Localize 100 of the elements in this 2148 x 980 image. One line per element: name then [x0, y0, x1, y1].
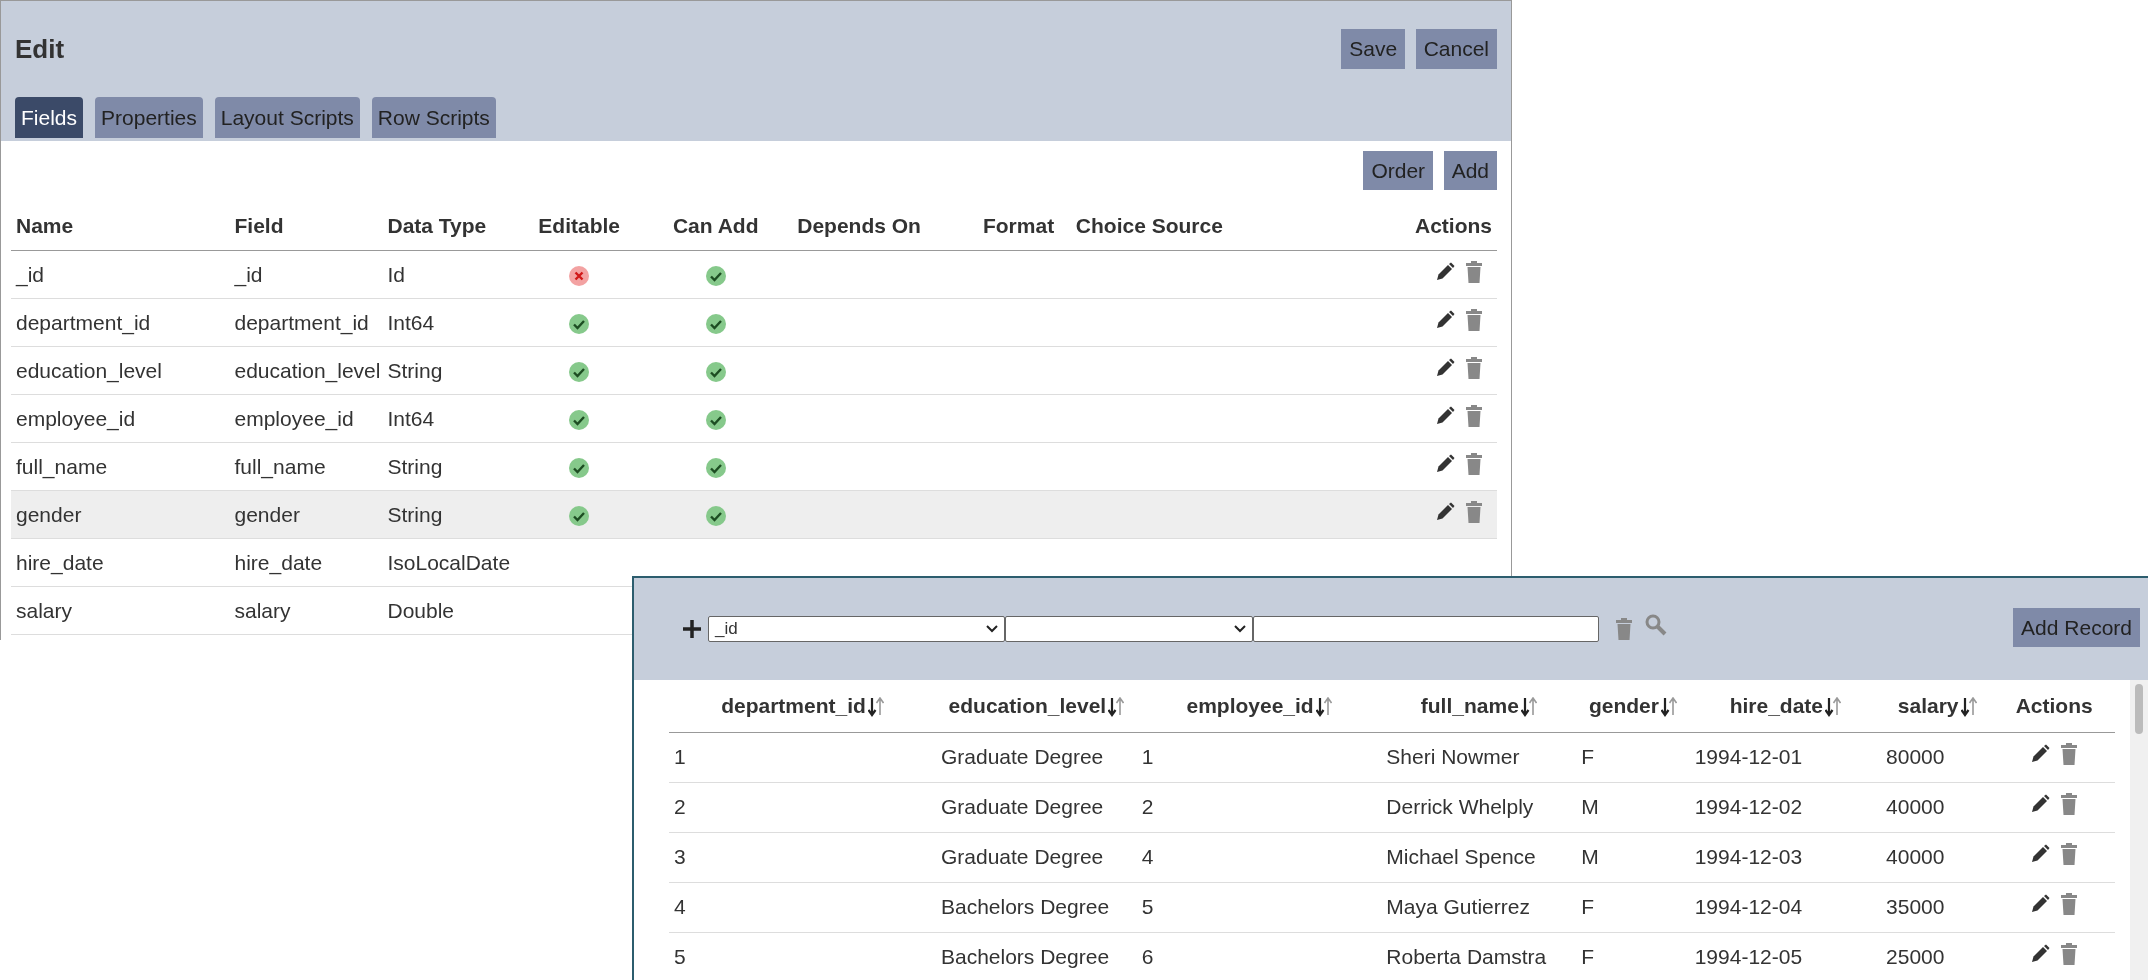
table-cell: 35000: [1886, 895, 1945, 919]
table-row[interactable]: employee_id employee_id Int64: [11, 394, 1497, 443]
table-cell: employee_id: [16, 406, 136, 430]
header-button[interactable]: Save: [1341, 29, 1406, 69]
column-header: Depends On: [797, 214, 921, 238]
table-cell: 1: [674, 745, 686, 769]
column-header: Actions: [1415, 214, 1492, 238]
table-cell: M: [1581, 795, 1599, 819]
trash-icon[interactable]: [2060, 743, 2079, 766]
column-header: Format: [982, 214, 1055, 238]
tab[interactable]: Row Scripts: [371, 97, 496, 139]
table-cell: Derrick Whelply: [1386, 795, 1534, 819]
table-cell: F: [1581, 745, 1595, 769]
pencil-icon[interactable]: [2029, 794, 2050, 815]
trash-icon[interactable]: [2060, 843, 2079, 866]
trash-icon[interactable]: [1465, 260, 1483, 283]
trash-icon[interactable]: [1465, 452, 1483, 475]
scrollbar[interactable]: [2130, 680, 2148, 980]
table-cell: 3: [674, 845, 686, 869]
table-cell: 1994-12-04: [1694, 895, 1803, 919]
sort-icon[interactable]: [1108, 697, 1125, 718]
pencil-icon[interactable]: [2029, 744, 2050, 765]
table-row[interactable]: department_id department_id Int64: [11, 298, 1497, 347]
table-cell: Id: [387, 262, 405, 286]
sort-icon[interactable]: [1660, 697, 1677, 718]
add-record-button[interactable]: Add Record: [2013, 608, 2140, 648]
plus-icon[interactable]: [682, 619, 702, 639]
column-header: gender: [1588, 694, 1659, 717]
pencil-icon[interactable]: [1434, 501, 1455, 522]
trash-icon[interactable]: [2060, 893, 2079, 916]
trash-icon[interactable]: [1465, 308, 1483, 331]
sort-icon[interactable]: [867, 697, 884, 718]
table-cell: 25000: [1886, 945, 1945, 969]
column-header: salary: [1897, 694, 1959, 717]
table-cell: Sheri Nowmer: [1386, 745, 1520, 769]
table-cell: 40000: [1886, 795, 1945, 819]
table-row[interactable]: education_level education_level String: [11, 346, 1497, 395]
table-cell: 1994-12-03: [1694, 845, 1803, 869]
sort-icon[interactable]: [1520, 697, 1537, 718]
table-row[interactable]: gender gender String: [11, 490, 1497, 539]
trash-icon[interactable]: [1465, 356, 1483, 379]
table-cell: Int64: [387, 406, 435, 430]
table-cell: education_level: [234, 358, 381, 382]
table-cell: 1994-12-01: [1694, 745, 1803, 769]
pencil-icon[interactable]: [1434, 357, 1455, 378]
toolbar-button[interactable]: Order: [1363, 151, 1434, 191]
table-cell: Int64: [387, 310, 435, 334]
table-cell: 40000: [1886, 845, 1945, 869]
table-cell: Bachelors Degree: [941, 945, 1110, 969]
trash-icon[interactable]: [2060, 943, 2079, 966]
table-cell: Bachelors Degree: [941, 895, 1110, 919]
trash-icon[interactable]: [2060, 793, 2079, 816]
table-cell: Roberta Damstra: [1386, 945, 1547, 969]
trash-icon[interactable]: [1465, 500, 1483, 523]
tab[interactable]: Properties: [95, 97, 203, 139]
table-cell: gender: [16, 502, 82, 526]
pencil-icon[interactable]: [1434, 261, 1455, 282]
pencil-icon[interactable]: [2029, 894, 2050, 915]
tab[interactable]: Layout Scripts: [214, 97, 360, 139]
table-cell: hire_date: [16, 550, 104, 574]
column-header: employee_id: [1186, 694, 1314, 717]
caret-icon: [986, 625, 998, 633]
column-header: Data Type: [387, 214, 487, 238]
table-cell: 1994-12-05: [1694, 945, 1803, 969]
table-cell: 1: [1141, 745, 1154, 769]
sort-icon[interactable]: [1825, 697, 1842, 718]
operator-select[interactable]: [1005, 616, 1253, 642]
pencil-icon[interactable]: [1434, 453, 1455, 474]
sort-icon[interactable]: [1315, 697, 1332, 718]
table-row[interactable]: _id _id Id: [11, 250, 1497, 299]
table-cell: Graduate Degree: [941, 745, 1104, 769]
pencil-icon[interactable]: [1434, 309, 1455, 330]
column-header: Field: [234, 214, 284, 238]
table-cell: education_level: [16, 358, 162, 382]
table-cell: Double: [387, 598, 455, 622]
header-button[interactable]: Cancel: [1415, 29, 1497, 69]
column-header: Choice Source: [1075, 214, 1223, 238]
table-cell: Michael Spence: [1386, 845, 1536, 869]
table-cell: F: [1581, 945, 1595, 969]
table-cell: String: [387, 358, 443, 382]
field-select[interactable]: _id: [708, 616, 1005, 642]
column-header: Name: [16, 214, 74, 238]
pencil-icon[interactable]: [1434, 405, 1455, 426]
column-header: Can Add: [672, 214, 759, 238]
trash-icon[interactable]: [1465, 404, 1483, 427]
search-field[interactable]: [1253, 616, 1599, 642]
table-cell: gender: [234, 502, 300, 526]
sort-icon[interactable]: [1960, 697, 1977, 718]
toolbar-button[interactable]: Add: [1443, 151, 1497, 191]
pencil-icon[interactable]: [2029, 844, 2050, 865]
table-cell: salary: [234, 598, 291, 622]
table-cell: department_id: [16, 310, 151, 334]
pencil-icon[interactable]: [2029, 944, 2050, 965]
table-row[interactable]: full_name full_name String: [11, 442, 1497, 491]
caret-icon: [1234, 625, 1246, 633]
table-cell: 1994-12-02: [1694, 795, 1803, 819]
column-header: full_name: [1420, 694, 1519, 717]
tab[interactable]: Fields: [15, 97, 84, 139]
column-header: Actions: [2015, 694, 2093, 717]
table-cell: _id: [234, 262, 263, 286]
